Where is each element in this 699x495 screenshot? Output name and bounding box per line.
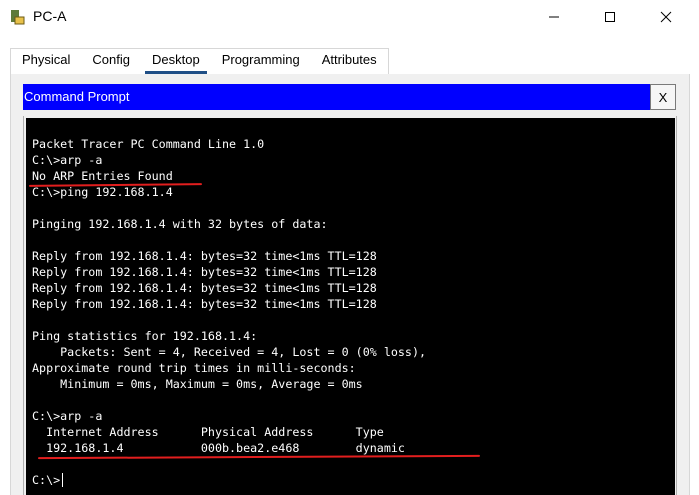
- maximize-icon: [605, 12, 615, 22]
- terminal-output[interactable]: Packet Tracer PC Command Line 1.0 C:\>ar…: [26, 118, 675, 495]
- minimize-button[interactable]: [531, 0, 577, 34]
- command-prompt-title: Command Prompt: [23, 84, 650, 110]
- tab-programming[interactable]: Programming: [211, 49, 311, 75]
- terminal-line: Pinging 192.168.1.4 with 32 bytes of dat…: [32, 217, 328, 231]
- terminal-line: Reply from 192.168.1.4: bytes=32 time<1m…: [32, 249, 377, 263]
- terminal-line: Packet Tracer PC Command Line 1.0: [32, 137, 265, 151]
- close-icon: [660, 11, 672, 23]
- tab-physical[interactable]: Physical: [11, 49, 81, 75]
- terminal-line: Minimum = 0ms, Maximum = 0ms, Average = …: [32, 377, 363, 391]
- terminal-line: Reply from 192.168.1.4: bytes=32 time<1m…: [32, 265, 377, 279]
- terminal-line: Ping statistics for 192.168.1.4:: [32, 329, 258, 343]
- terminal-line: Internet Address Physical Address Type: [32, 425, 384, 439]
- terminal-line: Packets: Sent = 4, Received = 4, Lost = …: [32, 345, 427, 359]
- minimize-icon: [549, 16, 559, 18]
- terminal-line: Reply from 192.168.1.4: bytes=32 time<1m…: [32, 281, 377, 295]
- desktop-panel: Command Prompt X Packet Tracer PC Comman…: [10, 74, 690, 495]
- window-title: PC-A: [33, 8, 67, 24]
- terminal-line: Reply from 192.168.1.4: bytes=32 time<1m…: [32, 297, 377, 311]
- title-bar: PC-A: [0, 0, 699, 34]
- maximize-button[interactable]: [587, 0, 633, 34]
- tab-attributes[interactable]: Attributes: [311, 49, 388, 75]
- tab-strip: Physical Config Desktop Programming Attr…: [10, 48, 389, 75]
- tab-config[interactable]: Config: [81, 49, 141, 75]
- terminal-line: Approximate round trip times in milli-se…: [32, 361, 356, 375]
- terminal-line: 192.168.1.4 000b.bea2.e468 dynamic: [32, 441, 405, 455]
- pc-app-icon: [11, 10, 25, 25]
- tab-bar: Physical Config Desktop Programming Attr…: [0, 34, 699, 75]
- terminal-line: C:\>arp -a: [32, 409, 103, 423]
- terminal-line: No ARP Entries Found: [32, 169, 173, 183]
- terminal-line: C:\>arp -a: [32, 153, 103, 167]
- command-prompt-close-button[interactable]: X: [650, 84, 676, 110]
- close-button[interactable]: [643, 0, 689, 34]
- terminal-prompt: C:\>: [32, 473, 61, 487]
- text-cursor: [62, 473, 63, 487]
- tab-desktop[interactable]: Desktop: [141, 49, 211, 75]
